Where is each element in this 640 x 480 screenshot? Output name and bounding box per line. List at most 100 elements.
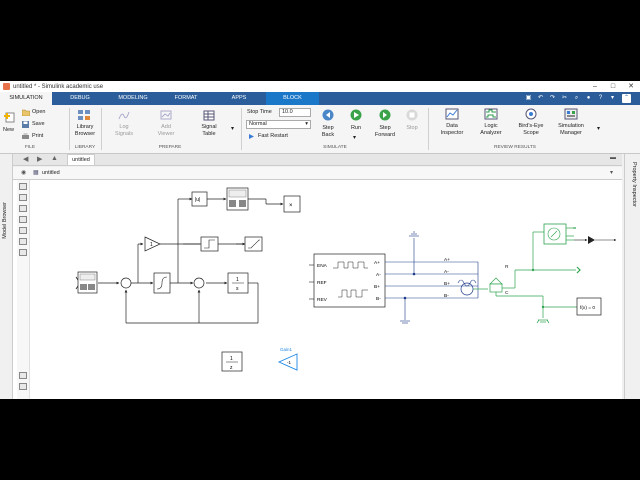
log-signals-button-line2[interactable]: Signals — [110, 131, 138, 137]
port-b-minus: B- — [376, 296, 381, 302]
print-button[interactable]: Print — [32, 133, 43, 139]
image-tool-icon[interactable] — [19, 227, 27, 234]
stop-icon — [406, 109, 418, 121]
redo-icon[interactable]: ↷ — [548, 94, 557, 103]
stop-time-input[interactable]: 10.0 — [279, 108, 311, 117]
ribbon-separator — [69, 108, 70, 150]
area-tool-icon[interactable] — [19, 238, 27, 245]
gain1-label[interactable]: Gain1 — [280, 347, 293, 352]
up-arrow-icon[interactable]: ▲ — [51, 155, 58, 162]
explorer-bar-icon[interactable] — [19, 383, 27, 390]
community-icon[interactable]: ● — [584, 94, 593, 103]
tab-modeling[interactable]: MODELING — [108, 92, 158, 105]
sum-block[interactable] — [120, 277, 132, 289]
gain1-value: -1 — [287, 360, 291, 365]
stop-button[interactable]: Stop — [400, 125, 424, 131]
back-arrow-icon[interactable]: ◀ — [23, 155, 28, 163]
simulation-manager-button-line1[interactable]: Simulation — [555, 123, 587, 129]
run-options-chevron-icon[interactable]: ▾ — [353, 134, 356, 141]
tab-format[interactable]: FORMAT — [161, 92, 211, 105]
section-simulate: SIMULATE — [323, 145, 347, 150]
logic-analyzer-button-line2[interactable]: Analyzer — [477, 130, 505, 136]
tab-apps[interactable]: APPS — [214, 92, 264, 105]
forward-arrow-icon[interactable]: ▶ — [37, 155, 42, 163]
review-expand-icon[interactable]: ▾ — [597, 125, 600, 132]
sum-block-2[interactable] — [193, 277, 205, 289]
undo-icon[interactable]: ↶ — [536, 94, 545, 103]
zoom-in-icon[interactable] — [19, 194, 27, 201]
log-signals-button-line1[interactable]: Log — [110, 124, 138, 130]
prepare-expand-icon[interactable]: ▾ — [231, 125, 234, 132]
ribbon-toolstrip: New Open Save Print FILE Library Browser… — [0, 105, 640, 154]
section-file: FILE — [24, 145, 36, 150]
step-block[interactable] — [200, 236, 219, 252]
hide-explorer-icon[interactable]: ◉ — [21, 169, 26, 176]
annotation-icon[interactable] — [19, 216, 27, 223]
collapse-ribbon-icon[interactable]: ⌃ — [622, 94, 631, 103]
ps-simulink-converter-block[interactable] — [543, 223, 567, 245]
cut-icon[interactable]: ✂ — [560, 94, 569, 103]
signal-table-button-line2[interactable]: Table — [195, 131, 223, 137]
new-icon[interactable] — [4, 111, 16, 123]
outport-icon[interactable] — [588, 236, 595, 244]
logic-analyzer-button-line1[interactable]: Logic — [477, 123, 505, 129]
tab-simulation[interactable]: SIMULATION — [0, 92, 52, 105]
simulation-manager-button-line2[interactable]: Manager — [555, 130, 587, 136]
step-forward-button-line1[interactable]: Step — [373, 125, 397, 131]
model-canvas[interactable]: 1 |u| × 1 s 1 z Gain1 -1 ENA REF REV A+ … — [13, 180, 622, 399]
help-icon[interactable]: ? — [596, 94, 605, 103]
add-viewer-button-line2[interactable]: Viewer — [152, 131, 180, 137]
run-icon — [350, 109, 362, 121]
block-diagram[interactable]: 1 |u| × 1 s 1 z Gain1 -1 ENA REF REV A+ … — [13, 180, 622, 399]
integrator-numerator: 1 — [236, 277, 239, 283]
save-button[interactable]: Save — [32, 121, 45, 127]
search-icon[interactable]: ⌕ — [572, 94, 581, 103]
options-icon[interactable]: ▾ — [608, 94, 617, 103]
rotational-sensor-icon[interactable] — [489, 277, 503, 285]
property-inspector-strip[interactable]: Property Inspector — [624, 154, 640, 399]
saturation-block[interactable] — [244, 236, 263, 252]
model-browser-tab[interactable]: Model Browser — [2, 202, 8, 239]
port-a-plus: A+ — [374, 260, 380, 266]
minimize-icon[interactable]: – — [586, 81, 604, 92]
open-button[interactable]: Open — [32, 109, 45, 115]
library-browser-button-line1[interactable]: Library — [72, 124, 98, 130]
zoom-fit-icon[interactable] — [19, 183, 27, 190]
ribbon-separator — [101, 108, 102, 150]
step-back-button-line1[interactable]: Step — [316, 125, 340, 131]
add-viewer-button-line1[interactable]: Add — [152, 124, 180, 130]
property-inspector-tab[interactable]: Property Inspector — [631, 162, 637, 207]
data-inspector-button-line2[interactable]: Inspector — [438, 130, 466, 136]
arrow-tool-icon[interactable] — [19, 205, 27, 212]
tab-debug[interactable]: DEBUG — [55, 92, 105, 105]
document-tab-untitled[interactable]: untitled — [67, 154, 95, 165]
tab-menu-icon[interactable]: ▬ — [610, 155, 616, 161]
close-icon[interactable]: ✕ — [622, 81, 640, 92]
camera-icon[interactable] — [19, 372, 27, 379]
simulation-mode-value: Normal — [249, 121, 267, 127]
run-button[interactable]: Run — [344, 125, 368, 131]
birds-eye-scope-button-line1[interactable]: Bird's-Eye — [515, 123, 547, 129]
simulation-mode-select[interactable]: Normal ▾ — [246, 120, 311, 129]
quick-save-icon[interactable]: ▣ — [524, 94, 533, 103]
stop-time-label: Stop Time — [247, 109, 272, 115]
step-back-button-line2[interactable]: Back — [316, 132, 340, 138]
print-icon — [22, 133, 29, 139]
logic-analyzer-icon — [484, 108, 498, 120]
signal-table-button-line1[interactable]: Signal — [195, 124, 223, 130]
breadcrumb[interactable]: untitled — [42, 170, 60, 176]
data-inspector-button-line1[interactable]: Data — [438, 123, 466, 129]
gain-value: 1 — [150, 242, 153, 248]
step-back-icon — [322, 109, 334, 121]
library-browser-button-line2[interactable]: Browser — [72, 131, 98, 137]
breadcrumb-dropdown-icon[interactable]: ▾ — [610, 169, 613, 176]
step-forward-button-line2[interactable]: Forward — [373, 132, 397, 138]
new-button[interactable]: New — [3, 127, 14, 133]
layers-icon[interactable] — [19, 249, 27, 256]
birds-eye-scope-button-line2[interactable]: Scope — [515, 130, 547, 136]
fast-restart-button[interactable]: Fast Restart — [258, 133, 288, 139]
maximize-icon[interactable]: □ — [604, 81, 622, 92]
breadcrumb-bar: ◉ ▦ untitled ▾ — [13, 167, 622, 180]
model-browser-strip[interactable]: Model Browser — [0, 154, 13, 399]
tab-block[interactable]: BLOCK — [266, 92, 319, 105]
